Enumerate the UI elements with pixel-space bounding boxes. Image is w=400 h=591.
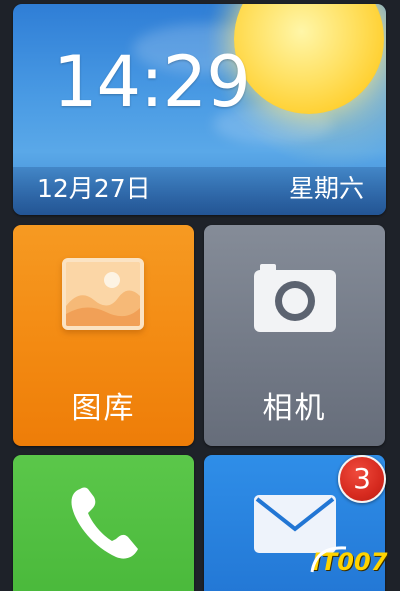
clock-weekday: 星期六 [288, 174, 364, 203]
gallery-icon [62, 258, 144, 330]
watermark-logo: IT007 [310, 546, 387, 576]
app-label-gallery: 图库 [71, 391, 136, 426]
home-screen: 14:29 12月27日 星期六 图库 相机 3 IT007 [0, 0, 400, 591]
clock-date: 12月27日 [37, 174, 151, 203]
app-tile-phone[interactable] [13, 455, 194, 591]
watermark-arc [310, 546, 347, 573]
phone-icon [68, 485, 140, 561]
app-tile-gallery[interactable]: 图库 [13, 225, 194, 446]
clock-time: 14:29 [53, 41, 251, 123]
clock-weather-widget[interactable]: 14:29 12月27日 星期六 [13, 4, 386, 215]
app-label-camera: 相机 [262, 391, 327, 426]
camera-icon [254, 263, 336, 333]
unread-badge: 3 [338, 455, 386, 503]
app-tile-camera[interactable]: 相机 [204, 225, 385, 446]
